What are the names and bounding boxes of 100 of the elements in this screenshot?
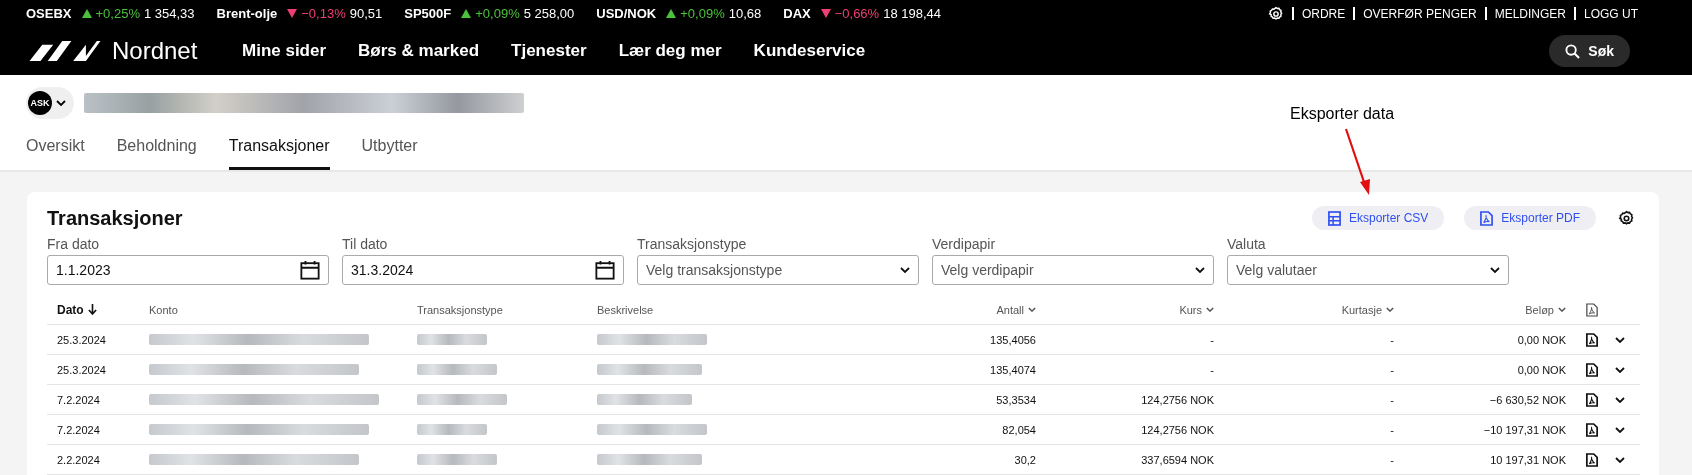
annotation-text: Eksporter data	[1290, 105, 1395, 123]
table-cell: 135,4056	[990, 333, 1036, 346]
table-cell: 337,6594 NOK	[1141, 453, 1214, 466]
pdf-file-icon[interactable]	[1586, 302, 1598, 317]
chevron-down-icon[interactable]	[1028, 307, 1036, 312]
table-cell: 53,3534	[996, 393, 1036, 406]
chevron-down-icon[interactable]	[1386, 307, 1394, 312]
field-label: Verdipapir	[932, 236, 997, 252]
ticker-name[interactable]: USD/NOK	[596, 6, 657, 21]
top-link[interactable]: LOGG UT	[1584, 6, 1638, 21]
ticker-change: +0,09%	[475, 6, 520, 21]
settings-icon[interactable]	[1267, 5, 1284, 22]
select-field[interactable]: Velg verdipapir	[932, 255, 1214, 285]
nav-link[interactable]: Tjenester	[511, 41, 587, 61]
column-header[interactable]: Beskrivelse	[597, 303, 654, 316]
pdf-file-icon[interactable]	[1586, 362, 1598, 377]
column-header[interactable]: Kurtasje	[1341, 303, 1382, 316]
settings-icon[interactable]	[1618, 209, 1635, 227]
table-cell: 0,00 NOK	[1517, 363, 1566, 376]
nav-link[interactable]: Mine sider	[242, 41, 327, 61]
brand-name[interactable]: Nordnet	[112, 37, 198, 65]
select-field[interactable]: Velg valutaer	[1227, 255, 1509, 285]
export-button[interactable]: Eksporter CSV	[1311, 206, 1445, 230]
calendar-icon[interactable]	[300, 260, 320, 280]
tab[interactable]: Beholdning	[116, 131, 197, 170]
blurred-text	[417, 334, 487, 345]
ticker-change: +0,25%	[95, 6, 140, 21]
chevron-down-icon	[1195, 267, 1205, 273]
column-header[interactable]: Kurs	[1179, 303, 1202, 316]
ticker-name[interactable]: SP500F	[404, 6, 452, 21]
select-field[interactable]: Velg transaksjonstype	[637, 255, 919, 285]
ticker-change: −0,13%	[301, 6, 346, 21]
ticker-value: 18 198,44	[883, 6, 941, 21]
table-cell: -	[1390, 393, 1394, 406]
top-link[interactable]: ORDRE	[1301, 6, 1346, 21]
table-cell: 124,2756 NOK	[1141, 423, 1214, 436]
date-field[interactable]: 31.3.2024	[342, 255, 624, 285]
account-badge: ASK	[28, 91, 52, 115]
table-cell: −6 630,52 NOK	[1489, 393, 1566, 406]
table-cell: -	[1390, 333, 1394, 346]
chevron-down-icon[interactable]	[1615, 426, 1625, 433]
table-cell: 30,2	[1014, 453, 1036, 466]
ticker-value: 10,68	[728, 6, 762, 21]
spreadsheet-icon	[1327, 210, 1341, 226]
search-icon	[1565, 43, 1581, 59]
field-label: Fra dato	[47, 236, 101, 252]
card-title: Transaksjoner	[47, 206, 183, 230]
field-label: Valuta	[1227, 236, 1267, 252]
column-header[interactable]: Dato	[57, 302, 84, 317]
ticker-name[interactable]: Brent-olje	[216, 6, 278, 21]
export-button[interactable]: Eksporter PDF	[1464, 206, 1596, 230]
chevron-down-icon	[900, 267, 910, 273]
table-cell: -	[1390, 453, 1394, 466]
table-cell: 25.3.2024	[57, 363, 106, 376]
blurred-text	[417, 424, 487, 435]
chevron-down-icon[interactable]	[1615, 456, 1625, 463]
ticker-change: −0,66%	[834, 6, 880, 21]
column-header[interactable]: Beløp	[1525, 303, 1554, 316]
pdf-file-icon[interactable]	[1586, 422, 1598, 437]
top-link[interactable]: MELDINGER	[1494, 6, 1566, 21]
nav-link[interactable]: Børs & marked	[358, 41, 480, 61]
column-header[interactable]: Konto	[149, 303, 178, 316]
annotation-arrow	[1343, 127, 1373, 197]
table-cell: 10 197,31 NOK	[1490, 453, 1566, 466]
top-link[interactable]: OVERFØR PENGER	[1363, 6, 1477, 21]
column-header[interactable]: Antall	[996, 303, 1024, 316]
ticker-value: 5 258,00	[523, 6, 575, 21]
table-cell: 82,054	[1002, 423, 1036, 436]
chevron-down-icon[interactable]	[1558, 307, 1566, 312]
table-cell: -	[1390, 423, 1394, 436]
pdf-file-icon[interactable]	[1586, 392, 1598, 407]
field-label: Transaksjonstype	[637, 236, 748, 252]
nav-link[interactable]: Lær deg mer	[618, 41, 722, 61]
table-cell: 135,4074	[990, 363, 1036, 376]
ticker-name[interactable]: OSEBX	[26, 6, 72, 21]
date-field[interactable]: 1.1.2023	[47, 255, 329, 285]
account-selector[interactable]: ASK	[26, 87, 74, 119]
chevron-down-icon	[1490, 267, 1500, 273]
ticker-name[interactable]: DAX	[783, 6, 811, 21]
chevron-down-icon[interactable]	[1615, 336, 1625, 343]
table-cell: 0,00 NOK	[1517, 333, 1566, 346]
table-cell: −10 197,31 NOK	[1483, 423, 1566, 436]
tab[interactable]: Oversikt	[26, 131, 85, 170]
field-label: Til dato	[342, 236, 389, 252]
chevron-down-icon	[56, 100, 66, 106]
chevron-down-icon[interactable]	[1206, 307, 1214, 312]
ticker-change: +0,09%	[680, 6, 725, 21]
search-button[interactable]: Søk	[1549, 35, 1630, 67]
tab[interactable]: Transaksjoner	[228, 131, 330, 170]
ticker-value: 1 354,33	[143, 6, 195, 21]
chevron-down-icon[interactable]	[1615, 366, 1625, 373]
pdf-file-icon[interactable]	[1586, 452, 1598, 467]
column-header[interactable]: Transaksjonstype	[417, 303, 503, 316]
tab[interactable]: Utbytter	[361, 131, 418, 170]
calendar-icon[interactable]	[595, 260, 615, 280]
pdf-file-icon[interactable]	[1586, 332, 1598, 347]
table-cell: -	[1390, 363, 1394, 376]
chevron-down-icon[interactable]	[1615, 396, 1625, 403]
nav-link[interactable]: Kundeservice	[753, 41, 866, 61]
down-arrow-icon[interactable]	[87, 304, 97, 315]
